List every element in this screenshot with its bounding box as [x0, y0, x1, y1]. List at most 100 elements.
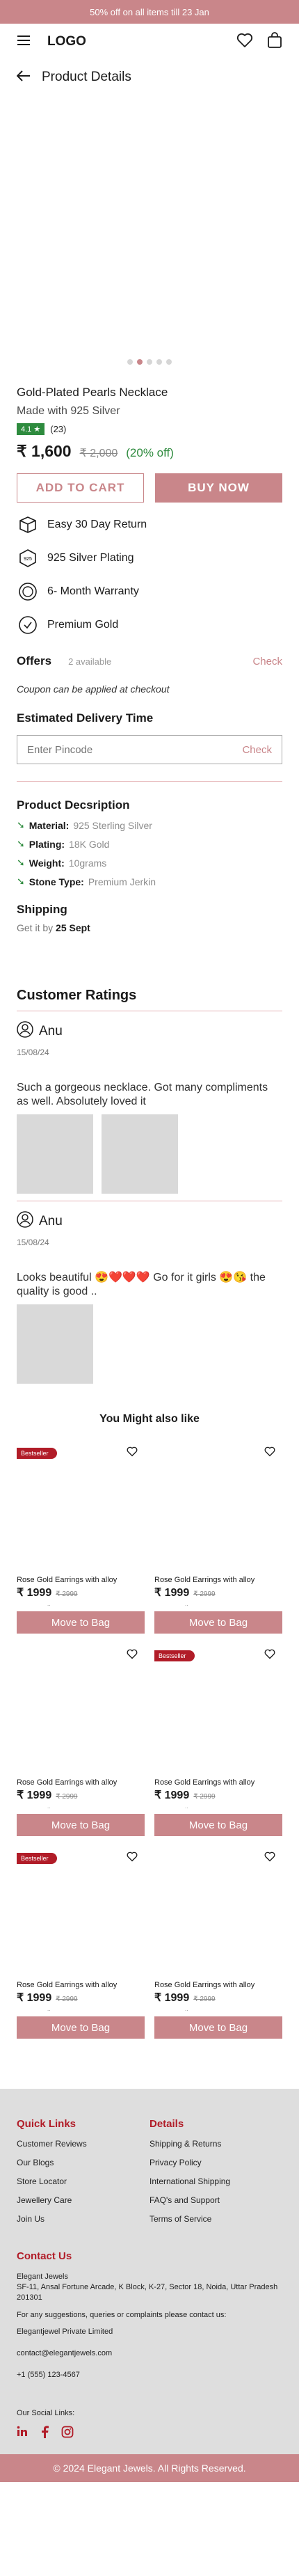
offers-check-link[interactable]: Check [252, 656, 282, 667]
footer-link[interactable]: International Shipping [150, 2176, 282, 2186]
footer-link[interactable]: Jewellery Care [17, 2195, 150, 2205]
linkedin-icon[interactable] [17, 2426, 28, 2442]
social-title: Our Social Links: [17, 2408, 75, 2417]
feature-label: Premium Gold [47, 619, 119, 631]
contact-phone[interactable]: +1 (555) 123-4567 [17, 2370, 282, 2380]
product-title: Gold-Plated Pearls Necklace [17, 386, 168, 399]
product-card[interactable]: Rose Gold Earrings with alloy ₹ 1999 ₹ 29… [17, 1643, 145, 1846]
product-card-note: .. [185, 1601, 188, 1607]
review-image[interactable] [17, 1304, 93, 1384]
feature-item: 6- Month Warranty [17, 580, 282, 603]
product-card[interactable]: Rose Gold Earrings with alloy ₹ 1999 ₹ 29… [154, 1846, 282, 2048]
wishlist-heart-icon[interactable] [236, 33, 253, 52]
feature-list: Easy 30 Day Return 925 925 Silver Platin… [17, 514, 282, 636]
product-card-image[interactable] [154, 1846, 282, 1978]
wishlist-heart-icon[interactable] [264, 1851, 275, 1865]
contact-section: Contact Us Elegant Jewels SF-11, Ansal F… [17, 2250, 282, 2442]
bestseller-badge: Bestseller [17, 1448, 57, 1459]
feature-item: Premium Gold [17, 614, 282, 636]
product-card-note: .. [47, 2006, 51, 2012]
product-card-note: .. [47, 1803, 51, 1810]
ratings-title: Customer Ratings [17, 988, 137, 1003]
buy-now-button[interactable]: BUY NOW [155, 473, 282, 503]
product-card[interactable]: Bestseller Rose Gold Earrings with alloy… [17, 1846, 145, 2048]
instagram-icon[interactable] [61, 2426, 74, 2442]
contact-address: SF-11, Ansal Fortune Arcade, K Block, K-… [17, 2282, 278, 2302]
carousel-dot[interactable] [127, 359, 133, 365]
description-key: Stone Type: [29, 876, 84, 887]
contact-email[interactable]: contact@elegantjewels.com [17, 2348, 282, 2359]
arrow-icon: ➘ [17, 819, 25, 830]
wishlist-heart-icon[interactable] [127, 1649, 138, 1663]
pincode-input[interactable] [27, 743, 243, 756]
carousel-dot[interactable] [156, 359, 162, 365]
review: Anu 15/08/24 Such a gorgeous necklace. G… [17, 1011, 282, 1194]
move-to-bag-button[interactable]: Move to Bag [17, 1814, 145, 1836]
wishlist-heart-icon[interactable] [264, 1649, 275, 1663]
product-card-price: ₹ 1999 [154, 1789, 190, 1801]
arrow-icon: ➘ [17, 838, 25, 849]
product-image-carousel[interactable] [0, 95, 299, 380]
move-to-bag-button[interactable]: Move to Bag [154, 1611, 282, 1634]
wishlist-heart-icon[interactable] [127, 1446, 138, 1460]
product-card-price-row: ₹ 1999 ₹ 2999 [17, 1991, 145, 2005]
footer-link[interactable]: Join Us [17, 2214, 150, 2224]
footer-link[interactable]: Shipping & Returns [150, 2139, 282, 2149]
product-card-image[interactable] [17, 1643, 145, 1776]
rating-count: (23) [50, 424, 67, 434]
product-card-note: .. [185, 1803, 188, 1810]
divider [17, 781, 282, 782]
shopping-bag-icon[interactable] [267, 31, 282, 52]
hamburger-menu-icon[interactable] [17, 35, 31, 49]
product-card-image[interactable]: Bestseller [17, 1846, 145, 1978]
move-to-bag-button[interactable]: Move to Bag [154, 2016, 282, 2039]
move-to-bag-button[interactable]: Move to Bag [154, 1814, 282, 1836]
warranty-badge-icon [17, 580, 39, 603]
coupon-note: Coupon can be applied at checkout [17, 683, 170, 695]
announcement-bar: 50% off on all items till 23 Jan [0, 0, 299, 24]
back-arrow-icon[interactable] [16, 70, 31, 85]
wishlist-heart-icon[interactable] [127, 1851, 138, 1865]
discount: (20% off) [126, 446, 174, 459]
pincode-check-button[interactable]: Check [242, 744, 272, 756]
rating-badge: 4.1 ★ [17, 423, 45, 435]
review-image[interactable] [102, 1114, 178, 1194]
carousel-dot[interactable] [166, 359, 172, 365]
footer-link[interactable]: Privacy Policy [150, 2158, 282, 2167]
quick-links-title: Quick Links [17, 2118, 76, 2130]
move-to-bag-button[interactable]: Move to Bag [17, 2016, 145, 2039]
footer-link[interactable]: Terms of Service [150, 2214, 282, 2224]
review-date: 15/08/24 [17, 1048, 49, 1057]
shipping-title: Shipping [17, 903, 67, 916]
mrp: ₹ 2,000 [79, 448, 118, 459]
product-card-image[interactable]: Bestseller [17, 1441, 145, 1573]
facebook-icon[interactable] [40, 2426, 49, 2442]
product-card-image[interactable]: Bestseller [154, 1643, 282, 1776]
product-card-name: Rose Gold Earrings with alloy [17, 1576, 118, 1584]
product-card-price: ₹ 1999 [17, 1789, 52, 1801]
product-card[interactable]: Bestseller Rose Gold Earrings with alloy… [17, 1441, 145, 1643]
silver-925-icon: 925 [17, 547, 39, 569]
product-card[interactable]: Rose Gold Earrings with alloy ₹ 1999 ₹ 29… [154, 1441, 282, 1643]
carousel-dot[interactable] [147, 359, 152, 365]
footer-link[interactable]: FAQ's and Support [150, 2195, 282, 2205]
description-value: Premium Jerkin [88, 876, 156, 887]
footer-link[interactable]: Store Locator [17, 2176, 150, 2186]
product-card[interactable]: Bestseller Rose Gold Earrings with alloy… [154, 1643, 282, 1846]
carousel-dot-active[interactable] [137, 359, 143, 365]
footer-link[interactable]: Customer Reviews [17, 2139, 150, 2149]
description-title: Product Decsription [17, 798, 130, 812]
add-to-cart-button[interactable]: ADD TO CART [17, 473, 144, 503]
pincode-field: Check [17, 735, 282, 764]
footer-link[interactable]: Our Blogs [17, 2158, 150, 2167]
product-card-image[interactable] [154, 1441, 282, 1573]
description-item: ➘ Material: 925 Sterling Silver [17, 819, 282, 831]
offers-title: Offers [17, 654, 52, 667]
move-to-bag-button[interactable]: Move to Bag [17, 1611, 145, 1634]
product-card-price-row: ₹ 1999 ₹ 2999 [154, 1586, 282, 1599]
logo[interactable]: LOGO [47, 34, 86, 49]
rating-value: 4.1 [21, 425, 32, 434]
wishlist-heart-icon[interactable] [264, 1446, 275, 1460]
review-image[interactable] [17, 1114, 93, 1194]
quick-links-column: Quick Links Customer Reviews Our Blogs S… [17, 2118, 150, 2224]
